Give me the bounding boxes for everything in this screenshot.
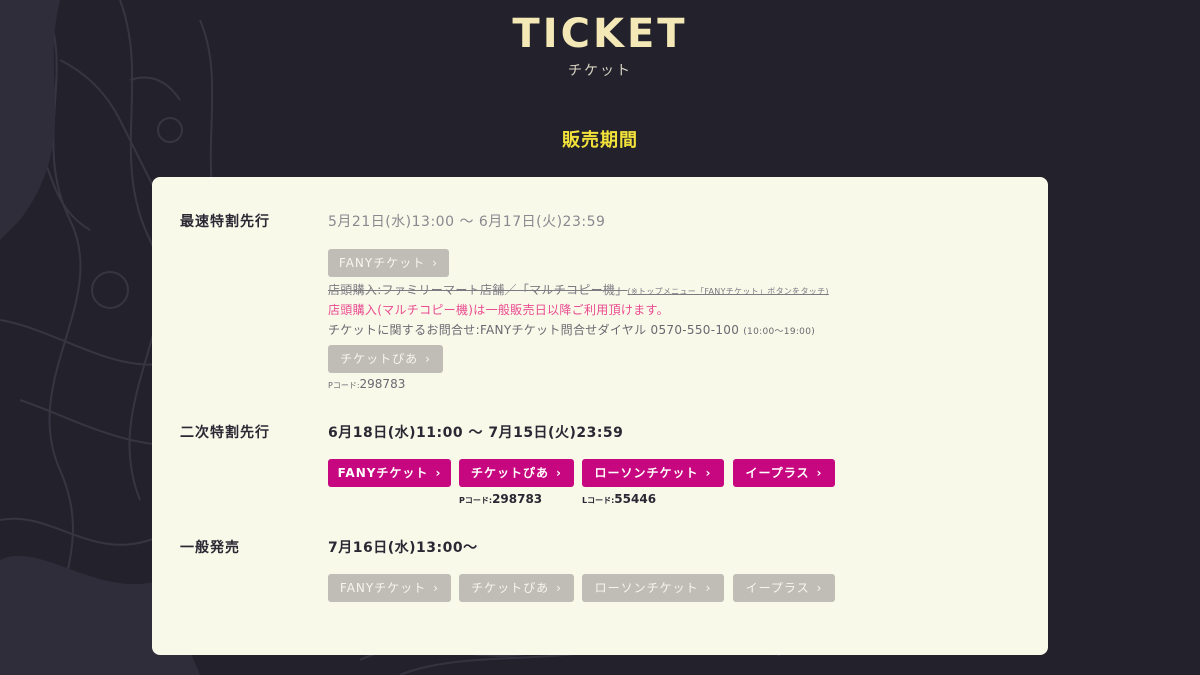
inquiry-hours: (10:00〜19:00) <box>743 327 816 337</box>
store-purchase-text: 店頭購入:ファミリーマート店舗／「マルチコピー機」 <box>328 283 628 297</box>
chevron-right-icon: › <box>705 581 712 595</box>
second-pcode: Pコード:298783 <box>459 492 542 506</box>
chevron-right-icon: › <box>705 466 712 480</box>
page-header: TICKET チケット <box>0 10 1200 80</box>
chevron-right-icon: › <box>432 256 439 270</box>
general-sale-date: 7月16日(水)13:00〜 <box>328 540 478 556</box>
sales-period-heading: 販売期間 <box>562 130 638 151</box>
ticket-info-card: 最速特割先行 5月21日(水)13:00 〜 6月17日(火)23:59 FAN… <box>152 177 1048 655</box>
button-label: イープラス <box>745 581 810 595</box>
pcode-prefix: Pコード: <box>328 381 360 390</box>
chevron-right-icon: › <box>816 581 823 595</box>
store-purchase-note: 店頭購入:ファミリーマート店舗／「マルチコピー機」(※トップメニュー「FANYチ… <box>328 281 829 298</box>
page-subtitle: チケット <box>568 63 632 79</box>
general-sale-label: 一般発売 <box>180 540 240 556</box>
button-label: FANYチケット <box>337 466 429 480</box>
button-label: ローソンチケット <box>594 581 699 595</box>
button-label: チケットぴあ <box>471 466 550 480</box>
fastest-fany-ticket-button[interactable]: FANYチケット › <box>328 249 449 277</box>
lcode-value: 55446 <box>614 492 657 506</box>
general-lawson-ticket-button[interactable]: ローソンチケット › <box>582 574 724 602</box>
fastest-presale-label: 最速特割先行 <box>180 214 270 230</box>
chevron-right-icon: › <box>425 352 431 366</box>
lcode-prefix: Lコード: <box>582 496 615 505</box>
button-label: イープラス <box>745 466 810 480</box>
fastest-presale-date: 5月21日(水)13:00 〜 6月17日(火)23:59 <box>328 214 606 230</box>
button-label: FANYチケット <box>338 256 426 270</box>
second-lcode: Lコード:55446 <box>582 492 656 506</box>
second-ticket-pia-button[interactable]: チケットぴあ › <box>459 459 574 487</box>
second-presale-label: 二次特割先行 <box>180 425 270 441</box>
second-fany-ticket-button[interactable]: FANYチケット › <box>328 459 451 487</box>
general-fany-ticket-button[interactable]: FANYチケット › <box>328 574 451 602</box>
store-purchase-subnote: (※トップメニュー「FANYチケット」ボタンをタッチ) <box>627 287 829 296</box>
store-purchase-notice: 店頭購入(マルチコピー機)は一般販売日以降ご利用頂けます。 <box>328 303 669 317</box>
pcode-value: 298783 <box>359 377 406 391</box>
fastest-pcode: Pコード:298783 <box>328 377 405 391</box>
pcode-prefix: Pコード: <box>459 496 493 505</box>
chevron-right-icon: › <box>556 581 562 595</box>
second-eplus-button[interactable]: イープラス › <box>733 459 835 487</box>
second-presale-date: 6月18日(水)11:00 〜 7月15日(火)23:59 <box>328 425 624 441</box>
second-lawson-ticket-button[interactable]: ローソンチケット › <box>582 459 724 487</box>
chevron-right-icon: › <box>816 466 823 480</box>
chevron-right-icon: › <box>556 466 562 480</box>
button-label: ローソンチケット <box>594 466 699 480</box>
chevron-right-icon: › <box>433 581 440 595</box>
pcode-value: 298783 <box>492 492 543 506</box>
button-label: チケットぴあ <box>340 352 419 366</box>
button-label: チケットぴあ <box>471 581 550 595</box>
inquiry-text: チケットに関するお問合せ:FANYチケット問合せダイヤル 0570-550-10… <box>328 323 740 337</box>
fastest-ticket-pia-button[interactable]: チケットぴあ › <box>328 345 443 373</box>
inquiry-note: チケットに関するお問合せ:FANYチケット問合せダイヤル 0570-550-10… <box>328 321 815 338</box>
general-ticket-pia-button[interactable]: チケットぴあ › <box>459 574 574 602</box>
button-label: FANYチケット <box>339 581 427 595</box>
chevron-right-icon: › <box>435 466 442 480</box>
page-title: TICKET <box>512 11 688 57</box>
general-eplus-button[interactable]: イープラス › <box>733 574 835 602</box>
